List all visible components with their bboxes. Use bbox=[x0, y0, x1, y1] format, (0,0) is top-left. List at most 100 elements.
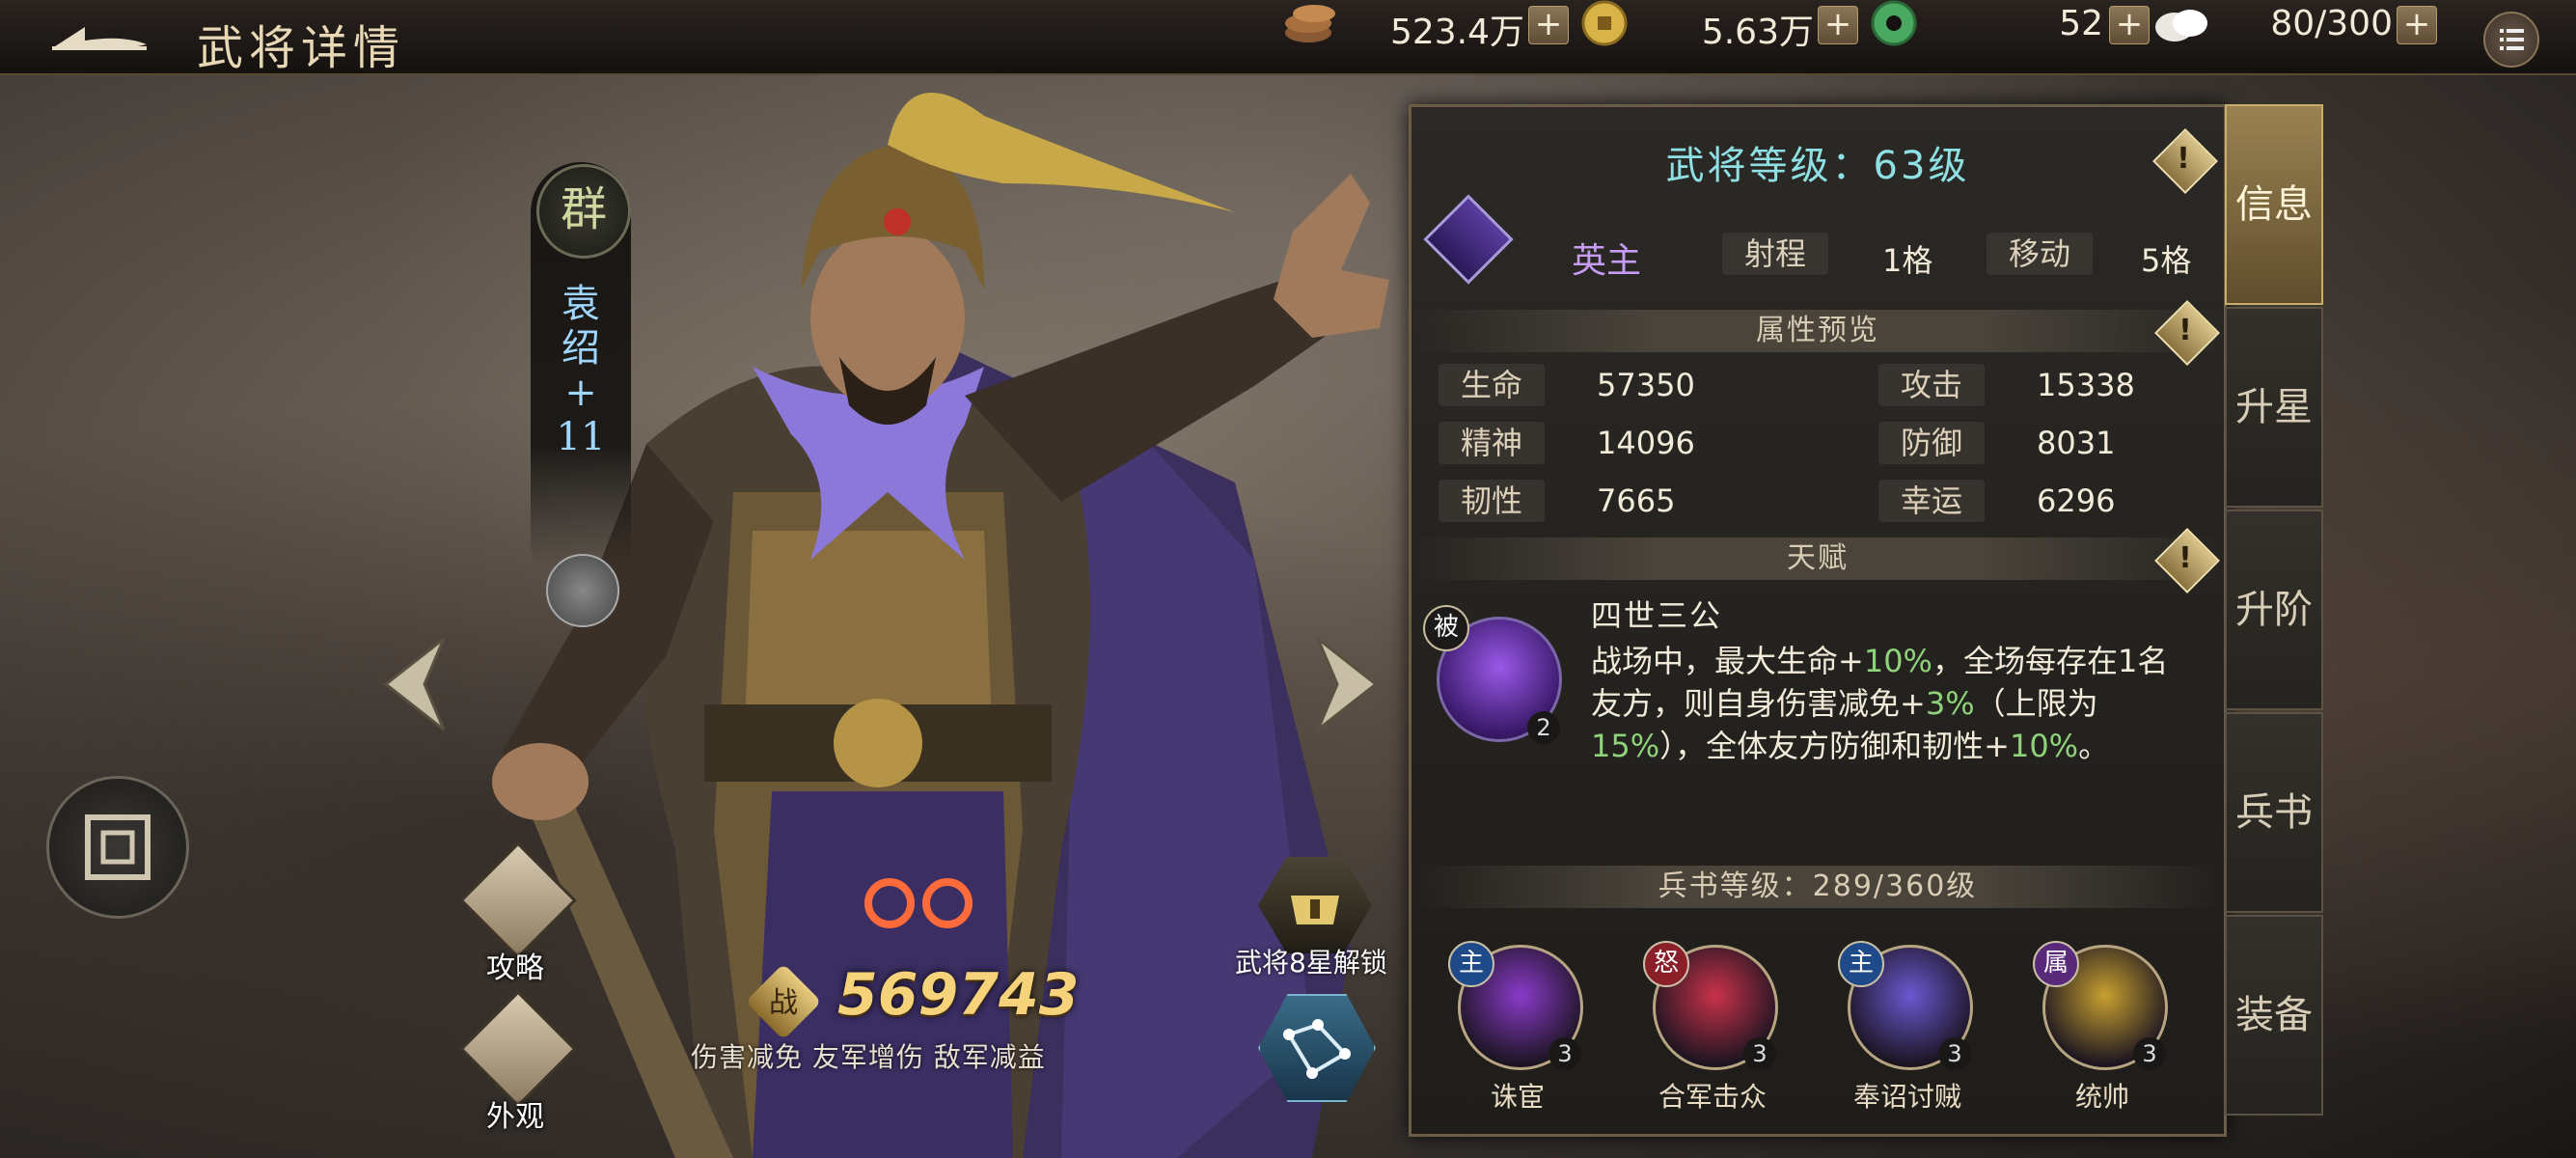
appearance-label: 外观 bbox=[486, 1100, 544, 1134]
skill-slot[interactable]: 怒 3 合军击众 bbox=[1626, 941, 1799, 1124]
attribute-row: 生命 57350 攻击 15338 bbox=[1439, 364, 2201, 412]
skill-type-badge: 属 bbox=[2033, 941, 2079, 987]
talent-highlight-value: 3% bbox=[1925, 685, 1975, 722]
skill-slot[interactable]: 属 3 统帅 bbox=[2015, 941, 2189, 1124]
faction-badge: 群 bbox=[536, 164, 631, 259]
skill-slot[interactable]: 主 3 诛宦 bbox=[1431, 941, 1604, 1124]
skill-type-badge: 主 bbox=[1838, 941, 1884, 987]
skill-slot[interactable]: 主 3 奉诏讨贼 bbox=[1821, 941, 1994, 1124]
talent-text: （上限为 bbox=[1974, 685, 2098, 722]
next-hero-arrow-icon[interactable] bbox=[1308, 631, 1385, 737]
hero-info-panel: 武将等级：63级 ! 英主 射程 1格 移动 5格 属性预览 ! 生命 5735… bbox=[1409, 104, 2227, 1137]
tab-label: 升星 bbox=[2235, 385, 2313, 429]
add-gold-button[interactable]: + bbox=[1818, 6, 1858, 44]
guide-label: 攻略 bbox=[486, 951, 544, 985]
back-arrow-icon[interactable] bbox=[46, 15, 152, 58]
attribute-label: 生命 bbox=[1439, 364, 1545, 406]
role-name: 英主 bbox=[1572, 241, 1642, 281]
skill-name: 统帅 bbox=[2074, 1081, 2129, 1113]
top-bar: 武将详情 523.4万 + 5.63万 + 52 + 80/300 + bbox=[0, 0, 2576, 75]
tab-info[interactable]: 信息 bbox=[2225, 104, 2323, 305]
page-title: 武将详情 bbox=[197, 21, 406, 75]
talent-text: 战场中，最大生命+ bbox=[1591, 643, 1864, 679]
attribute-label: 韧性 bbox=[1439, 480, 1545, 522]
talent-description: 战场中，最大生命+10%，全场每存在1名友方，则自身伤害减免+3%（上限为15%… bbox=[1591, 640, 2195, 767]
tab-military-book[interactable]: 兵书 bbox=[2225, 712, 2323, 913]
tab-label: 升阶 bbox=[2235, 588, 2313, 632]
skill-level: 3 bbox=[1548, 1037, 1581, 1070]
tab-star-up[interactable]: 升星 bbox=[2225, 307, 2323, 508]
range-value: 1格 bbox=[1882, 242, 1933, 279]
talent-highlight-value: 15% bbox=[1591, 728, 1660, 764]
talent-name: 四世三公 bbox=[1591, 597, 1723, 634]
skill-name: 诛宦 bbox=[1490, 1081, 1545, 1113]
talent-highlight-value: 10% bbox=[1863, 643, 1932, 679]
role-class-icon bbox=[1423, 194, 1514, 285]
resource-coins-value: 523.4万 bbox=[1389, 13, 1524, 52]
tab-equipment[interactable]: 装备 bbox=[2225, 915, 2323, 1116]
attribute-section-header: 属性预览 bbox=[1411, 310, 2224, 352]
skill-type-badge: 怒 bbox=[1643, 941, 1689, 987]
previous-hero-arrow-icon[interactable] bbox=[376, 631, 453, 737]
list-menu-icon bbox=[2500, 29, 2524, 50]
hero-name-char: 11 bbox=[556, 415, 606, 459]
attribute-label: 幸运 bbox=[1878, 480, 1985, 522]
attribute-label: 精神 bbox=[1439, 422, 1545, 464]
attribute-value: 15338 bbox=[2037, 367, 2135, 403]
add-stamina-button[interactable]: + bbox=[2397, 6, 2437, 44]
attribute-value: 7665 bbox=[1597, 482, 1676, 519]
talent-section-header: 天赋 bbox=[1411, 538, 2224, 580]
formation-button[interactable] bbox=[46, 776, 189, 919]
attribute-row: 韧性 7665 幸运 6296 bbox=[1439, 480, 2201, 528]
add-jade-button[interactable]: + bbox=[2109, 6, 2150, 44]
tab-label: 兵书 bbox=[2235, 790, 2313, 835]
move-value: 5格 bbox=[2141, 242, 2192, 279]
fire-orbs-icon bbox=[864, 878, 973, 928]
skill-name: 奉诏讨贼 bbox=[1852, 1081, 1961, 1113]
hero-role-tags: 伤害减免 友军增伤 敌军减益 bbox=[691, 1041, 1046, 1073]
hero-name-char: 袁 bbox=[562, 282, 600, 326]
add-coins-button[interactable]: + bbox=[1528, 6, 1569, 44]
hero-level-title: 武将等级：63级 bbox=[1665, 144, 1970, 188]
hero-name-char: + bbox=[564, 371, 597, 415]
talent-text: ），全体友方防御和韧性+ bbox=[1659, 728, 2010, 764]
attribute-info-mark: ! bbox=[2179, 314, 2192, 347]
resource-stamina-value: 80/300 bbox=[2270, 4, 2393, 43]
attribute-value: 14096 bbox=[1597, 425, 1695, 461]
attribute-value: 57350 bbox=[1597, 367, 1695, 403]
talent-highlight-value: 10% bbox=[2009, 728, 2079, 764]
range-label: 射程 bbox=[1722, 233, 1828, 275]
star-unlock-label: 武将8星解锁 bbox=[1235, 947, 1387, 979]
menu-button[interactable] bbox=[2483, 12, 2539, 68]
combat-power-value: 569743 bbox=[837, 961, 1080, 1029]
attribute-row: 精神 14096 防御 8031 bbox=[1439, 422, 2201, 470]
skill-level: 3 bbox=[1743, 1037, 1776, 1070]
tab-rank-up[interactable]: 升阶 bbox=[2225, 510, 2323, 710]
coins-stack-icon bbox=[1285, 5, 1335, 42]
skill-name: 合军击众 bbox=[1658, 1081, 1767, 1113]
attribute-label: 攻击 bbox=[1878, 364, 1985, 406]
skill-level: 3 bbox=[2133, 1037, 2166, 1070]
attribute-value: 6296 bbox=[2037, 482, 2116, 519]
passive-badge: 被 bbox=[1423, 605, 1469, 651]
resource-gold-value: 5.63万 bbox=[1701, 13, 1814, 52]
jade-disc-icon bbox=[1871, 0, 1917, 46]
stamina-bun-icon bbox=[2155, 10, 2207, 41]
skill-type-badge: 主 bbox=[1448, 941, 1494, 987]
gold-coin-icon bbox=[1581, 0, 1628, 46]
talent-level: 2 bbox=[1527, 711, 1560, 744]
move-label: 移动 bbox=[1987, 233, 2093, 275]
talent-text: 。 bbox=[2078, 728, 2110, 764]
skill-level: 3 bbox=[1938, 1037, 1971, 1070]
hero-emblem-icon[interactable] bbox=[546, 554, 619, 627]
book-section-header: 兵书等级：289/360级 bbox=[1411, 866, 2224, 908]
resource-jade-value: 52 bbox=[2059, 4, 2103, 43]
level-info-mark: ! bbox=[2177, 142, 2190, 176]
tab-label: 信息 bbox=[2235, 182, 2313, 227]
talent-info-mark: ! bbox=[2179, 541, 2192, 575]
attribute-label: 防御 bbox=[1878, 422, 1985, 464]
tab-label: 装备 bbox=[2235, 993, 2313, 1037]
hero-name-char: 绍 bbox=[562, 326, 600, 371]
power-badge-label: 战 bbox=[769, 986, 798, 1020]
formation-grid-icon bbox=[85, 814, 151, 880]
